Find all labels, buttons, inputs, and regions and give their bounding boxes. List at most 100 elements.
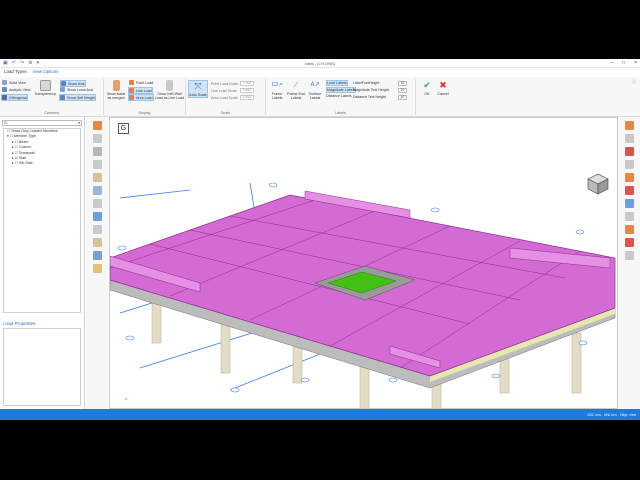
line-load-scale-input[interactable]: 0.500	[239, 88, 254, 93]
distance-labels-button[interactable]: Distance Labels	[326, 94, 352, 98]
group-label-common: Common	[44, 111, 59, 115]
frame-end-labels-button[interactable]: ⟋ Frame End Labels	[286, 80, 306, 101]
tool-member-load-icon[interactable]	[624, 225, 634, 234]
point-load-scale-input[interactable]: 1.000	[240, 81, 255, 86]
surface-labels-button[interactable]: A↗ Surface Labels	[306, 80, 324, 101]
transparency-icon	[39, 80, 51, 91]
tool-combination-icon[interactable]	[624, 199, 634, 208]
load-properties-title: Load Properties	[3, 321, 36, 326]
grid-badge[interactable]: G	[118, 123, 129, 134]
status-bar: GD: cm , kN/ cm , Sbp: mm	[0, 409, 640, 420]
group-label-scale: Scale	[221, 111, 230, 115]
member-tree: ☐ Show Only Loaded Members ▾ ☐ Member Ty…	[3, 128, 81, 313]
ribbon-group-common: Solid View Analytic View Orthogonal Tran…	[0, 79, 104, 115]
area-load-button[interactable]: Area Load	[128, 94, 154, 101]
structural-model-3d[interactable]	[110, 118, 618, 409]
checkmark-icon: ✔	[423, 80, 431, 90]
window-controls: – □ ×	[610, 60, 637, 66]
tool-grid-icon[interactable]	[92, 186, 102, 195]
status-units: GD: cm , kN/ cm , Sbp: mm	[587, 412, 636, 417]
left-tool-strip	[86, 117, 108, 409]
show-loads-merged-button[interactable]: Show loads as merged	[105, 80, 127, 101]
ribbon-group-display: Show loads as merged Point Load Line Loa…	[104, 79, 186, 115]
ok-button[interactable]: ✔ OK	[420, 80, 434, 96]
ribbon: Solid View Analytic View Orthogonal Tran…	[0, 77, 640, 117]
auto-scale-button[interactable]: ⤧ Auto Scale	[188, 80, 208, 99]
chevron-down-icon: ▾	[78, 121, 80, 125]
line-load-scale-field[interactable]: Line Load Scale 0.500	[211, 88, 254, 93]
frame-end-labels-icon: ⟋	[293, 82, 299, 89]
cross-icon: ✖	[439, 80, 447, 90]
app-window: ▣ ↶ ↷ ⚙ ▾ Ideio - [LH-ONS] – □ × Load Ty…	[0, 59, 640, 420]
tool-remove-load-icon[interactable]	[624, 186, 634, 195]
solid-view-button[interactable]: Solid View	[2, 80, 26, 85]
point-load-button[interactable]: Point Load	[129, 80, 153, 85]
show-self-weight-button[interactable]: Show Self Weight	[59, 94, 97, 101]
show-infill-wall-button[interactable]: Show Infill Wall Load as Line Load	[154, 80, 185, 101]
close-button[interactable]: ×	[634, 60, 637, 66]
frame-labels-button[interactable]: C2↗ Frame Labels	[268, 80, 286, 101]
tool-copy-icon[interactable]	[624, 160, 634, 169]
magnitude-text-height-input[interactable]: 10	[398, 88, 407, 93]
axis-icon	[61, 81, 66, 86]
orthogonal-icon	[2, 95, 7, 100]
tool-delete-icon[interactable]	[624, 147, 634, 156]
minimize-button[interactable]: –	[610, 60, 613, 66]
group-label-display: Display	[138, 111, 151, 115]
tool-arc-icon[interactable]	[92, 225, 102, 234]
analytic-view-icon	[2, 87, 7, 92]
tool-load-icon[interactable]	[92, 121, 102, 130]
tool-snap-icon[interactable]	[624, 251, 634, 260]
show-local-axis-button[interactable]: Show Local Axis	[60, 87, 93, 92]
tool-properties-icon[interactable]	[624, 212, 634, 221]
tree-item-rib-slab[interactable]: ▸ ☐ Rib Slab	[4, 161, 80, 166]
area-load-scale-input[interactable]: 0.500	[239, 95, 254, 100]
point-load-icon	[129, 80, 134, 85]
local-axis-icon	[60, 87, 65, 92]
tool-wall-icon[interactable]	[92, 160, 102, 169]
axis-z-label: z	[125, 396, 127, 401]
area-load-scale-field[interactable]: Area Load Scale 0.500	[211, 95, 254, 100]
point-load-scale-field[interactable]: Point Load Scale 1.000	[211, 81, 255, 86]
tab-load-types[interactable]: Load Types	[4, 69, 27, 77]
maximize-button[interactable]: □	[622, 60, 625, 66]
tool-clear-icon[interactable]	[624, 238, 634, 247]
tool-slab-icon[interactable]	[92, 173, 102, 182]
analytic-view-button[interactable]: Analytic View	[2, 87, 30, 92]
tab-view-options[interactable]: View Options	[33, 69, 59, 77]
model-viewport[interactable]: G z z x y	[109, 117, 618, 409]
tool-section-icon[interactable]	[92, 199, 102, 208]
load-labels-button[interactable]: Load Labels	[326, 80, 348, 86]
ribbon-group-labels: C2↗ Frame Labels ⟋ Frame End Labels A↗ Surf…	[266, 79, 416, 115]
title-bar: ▣ ↶ ↷ ⚙ ▾ Ideio - [LH-ONS] – □ ×	[0, 59, 640, 68]
label-font-height-field: LabelFontHeight	[353, 81, 380, 85]
infill-wall-icon	[166, 80, 173, 91]
ribbon-tabs: Load Types View Options	[0, 69, 58, 77]
cancel-button[interactable]: ✖ Cancel	[436, 80, 450, 96]
tool-load-case-icon[interactable]	[624, 121, 634, 130]
tool-footing-icon[interactable]	[92, 238, 102, 247]
line-load-button[interactable]: Line Load	[128, 87, 153, 94]
orthogonal-button[interactable]: Orthogonal	[1, 94, 28, 101]
transparency-button[interactable]: Transparency	[33, 80, 57, 96]
tool-stairs-icon[interactable]	[92, 264, 102, 273]
help-icon[interactable]: ⓘ	[632, 79, 636, 85]
member-selector-dropdown[interactable]: G ▾	[2, 120, 82, 126]
surface-labels-icon: A↗	[310, 82, 320, 88]
tool-dimension-icon[interactable]	[92, 212, 102, 221]
magnitude-labels-button[interactable]: Magnitude Labels	[326, 87, 357, 93]
tool-distributed-icon[interactable]	[624, 173, 634, 182]
group-label-labels: Labels	[335, 111, 346, 115]
tool-column-icon[interactable]	[92, 147, 102, 156]
area-load-icon	[129, 95, 134, 100]
view-cube[interactable]	[587, 173, 609, 195]
frame-labels-icon: C2↗	[271, 82, 283, 88]
distance-text-height-input[interactable]: 10	[398, 95, 407, 100]
label-font-height-input[interactable]: 10	[398, 81, 407, 86]
magnitude-text-height-field: Magnitude Text Height	[353, 88, 389, 92]
show-axis-button[interactable]: Show Axis	[60, 80, 86, 87]
tool-view-icon[interactable]	[624, 134, 634, 143]
tool-beam-icon[interactable]	[92, 134, 102, 143]
right-tool-strip	[618, 117, 640, 409]
tool-measure-icon[interactable]	[92, 251, 102, 260]
